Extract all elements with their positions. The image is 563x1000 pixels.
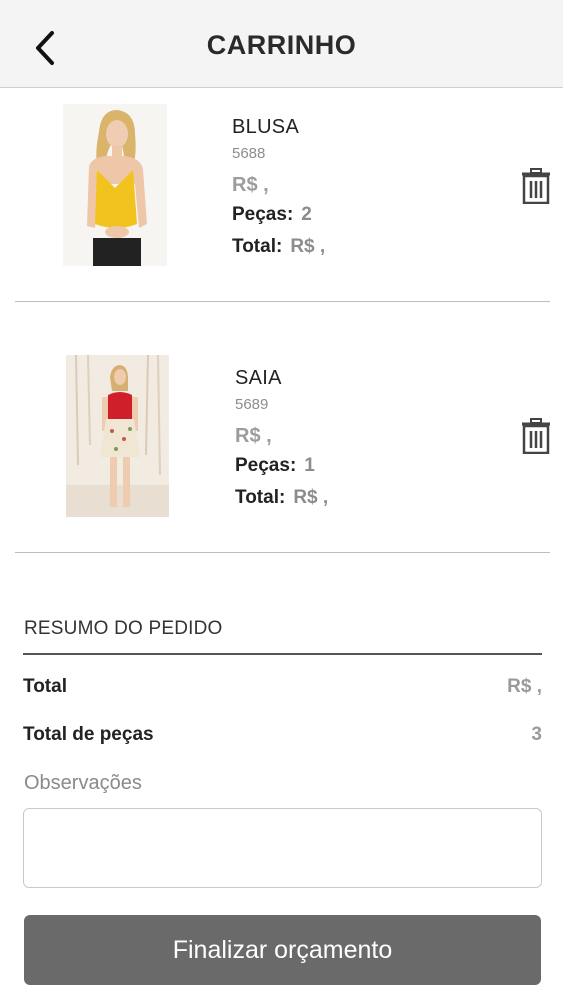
item-info: BLUSA 5688 R$ , Peças: 2 Total: R$ ,	[232, 116, 325, 264]
pieces-label: Peças:	[235, 455, 297, 476]
pieces-label: Peças:	[232, 204, 294, 225]
product-image-blusa[interactable]	[63, 104, 167, 266]
total-label: Total:	[232, 236, 283, 257]
summary-title: RESUMO DO PEDIDO	[24, 618, 223, 639]
total-value: R$ ,	[290, 236, 326, 257]
page-title: CARRINHO	[206, 30, 357, 60]
cart-item-blusa: BLUSA 5688 R$ , Peças: 2 Total: R$ ,	[0, 100, 563, 302]
divider	[15, 552, 550, 553]
summary-total-label: Total	[23, 676, 67, 697]
product-image-saia[interactable]	[66, 355, 169, 517]
notes-input[interactable]	[23, 808, 542, 888]
pieces-value: 2	[301, 204, 312, 225]
item-code: 5689	[235, 396, 269, 413]
summary-pieces-row: Total de peças 3	[23, 724, 542, 750]
total-value: R$ ,	[293, 487, 329, 508]
item-name: BLUSA	[232, 116, 300, 138]
item-name: SAIA	[235, 367, 282, 389]
app-header: CARRINHO	[0, 0, 563, 88]
item-price: R$ ,	[232, 174, 269, 196]
summary-total-row: Total R$ ,	[23, 676, 542, 702]
summary-total-value: R$ ,	[507, 676, 542, 697]
pieces-value: 1	[304, 455, 315, 476]
cart-item-saia: SAIA 5689 R$ , Peças: 1 Total: R$ ,	[0, 350, 563, 552]
divider	[15, 301, 550, 302]
item-total: Total: R$ ,	[235, 487, 328, 515]
item-pieces: Peças: 2	[232, 204, 325, 232]
notes-label: Observações	[24, 772, 142, 794]
item-pieces: Peças: 1	[235, 455, 328, 483]
trash-icon[interactable]	[521, 418, 551, 455]
item-info: SAIA 5689 R$ , Peças: 1 Total: R$ ,	[235, 367, 328, 515]
item-price: R$ ,	[235, 425, 272, 447]
finalize-quote-button[interactable]: Finalizar orçamento	[24, 915, 541, 985]
summary-divider	[23, 653, 542, 655]
item-total: Total: R$ ,	[232, 236, 325, 264]
summary-pieces-label: Total de peças	[23, 724, 154, 745]
garment-top	[108, 392, 132, 419]
item-code: 5688	[232, 145, 266, 162]
summary-pieces-value: 3	[531, 724, 542, 745]
total-label: Total:	[235, 487, 286, 508]
trash-icon[interactable]	[521, 168, 551, 205]
